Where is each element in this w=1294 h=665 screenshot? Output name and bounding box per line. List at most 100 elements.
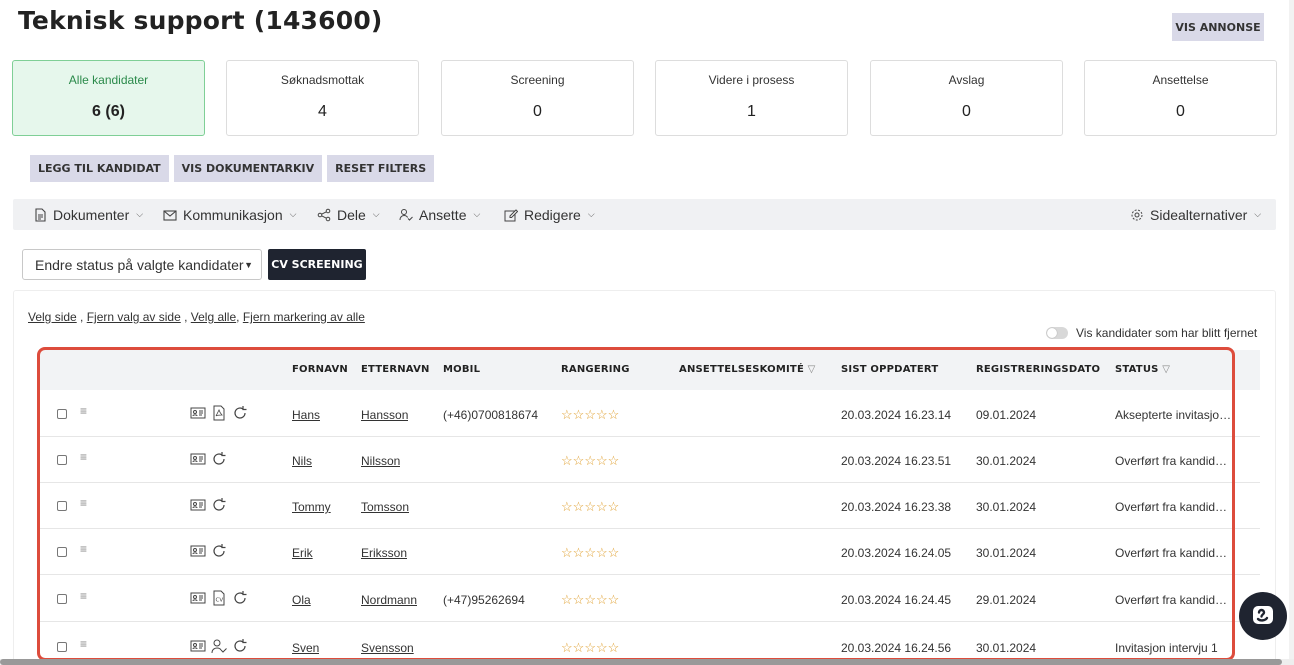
row-checkbox[interactable] — [57, 455, 67, 465]
rating-stars[interactable]: ☆ ☆ ☆ ☆ ☆ — [561, 500, 619, 513]
stage-avslag[interactable]: Avslag 0 — [870, 60, 1063, 136]
chevron-down-icon: ⌵ — [289, 209, 297, 219]
rating-stars[interactable]: ☆ ☆ ☆ ☆ ☆ — [561, 641, 619, 654]
drag-handle-icon[interactable]: ≡ — [80, 637, 87, 651]
menu-communication[interactable]: Kommunikasjon ⌵ — [163, 199, 296, 230]
cv-document-icon[interactable]: CV — [211, 590, 227, 606]
page-title: Teknisk support (143600) — [18, 6, 383, 35]
stage-label: Søknadsmottak — [280, 73, 365, 87]
stage-soknadsmottak[interactable]: Søknadsmottak 4 — [226, 60, 419, 136]
menu-page-options[interactable]: Sidealternativer ⌵ — [1130, 199, 1261, 230]
col-last-name[interactable]: ETTERNAVN — [361, 364, 430, 375]
table-row[interactable]: ≡ Hans Hansson (+46)0700818674 ☆ ☆ ☆ ☆ ☆ 20.… — [40, 391, 1260, 437]
stage-ansettelse[interactable]: Ansettelse 0 — [1084, 60, 1277, 136]
table-row[interactable]: ≡ Tommy Tomsson ☆ ☆ ☆ ☆ ☆ 20.03.2024 16.23.3… — [40, 483, 1260, 529]
rating-stars[interactable]: ☆ ☆ ☆ ☆ ☆ — [561, 593, 619, 606]
row-checkbox[interactable] — [57, 501, 67, 511]
first-name-link[interactable]: Ola — [292, 593, 311, 607]
menu-label: Redigere — [524, 206, 581, 223]
profile-card-icon[interactable] — [190, 543, 206, 559]
rating-stars[interactable]: ☆ ☆ ☆ ☆ ☆ — [561, 408, 619, 421]
last-name-link[interactable]: Hansson — [361, 408, 408, 422]
last-updated: 20.03.2024 16.23.14 — [841, 408, 952, 422]
user-check-icon[interactable] — [211, 638, 227, 654]
rating-stars[interactable]: ☆ ☆ ☆ ☆ ☆ — [561, 546, 619, 559]
last-name-link[interactable]: Tomsson — [361, 500, 409, 514]
status: Overført fra kandidatbase — [1115, 546, 1233, 560]
col-last-updated[interactable]: SIST OPPDATERT — [841, 364, 938, 375]
first-name-link[interactable]: Nils — [292, 454, 312, 468]
drag-handle-icon[interactable]: ≡ — [80, 496, 87, 510]
first-name-link[interactable]: Tommy — [292, 500, 331, 514]
refresh-icon[interactable] — [211, 543, 227, 559]
col-status[interactable]: STATUS ▽ — [1115, 364, 1170, 375]
first-name-link[interactable]: Sven — [292, 641, 319, 655]
col-rating[interactable]: RANGERING — [561, 364, 630, 375]
refresh-icon[interactable] — [232, 405, 248, 421]
filter-icon[interactable]: ▽ — [1162, 364, 1170, 375]
select-all-link[interactable]: Velg alle — [191, 310, 236, 324]
add-candidate-button[interactable]: LEGG TIL KANDIDAT — [30, 155, 169, 182]
drag-handle-icon[interactable]: ≡ — [80, 589, 87, 603]
row-checkbox[interactable] — [57, 594, 67, 604]
col-committee[interactable]: ANSETTELSESKOMITÉ ▽ — [679, 364, 816, 375]
show-removed-toggle[interactable] — [1046, 327, 1068, 339]
row-checkbox[interactable] — [57, 642, 67, 652]
last-name-link[interactable]: Nordmann — [361, 593, 417, 607]
row-checkbox[interactable] — [57, 409, 67, 419]
menu-documents[interactable]: Dokumenter ⌵ — [33, 199, 143, 230]
page: Teknisk support (143600) VIS ANNONSE All… — [0, 0, 1294, 665]
registered-date: 30.01.2024 — [976, 500, 1037, 514]
edit-icon — [504, 208, 518, 221]
status-select[interactable]: Endre status på valgte kandidater ▼ — [22, 249, 262, 280]
menu-share[interactable]: Dele ⌵ — [317, 199, 380, 230]
refresh-icon[interactable] — [232, 638, 248, 654]
table-row[interactable]: ≡ Nils Nilsson ☆ ☆ ☆ ☆ ☆ 20.03.2024 16.23.51… — [40, 437, 1260, 483]
profile-card-icon[interactable] — [190, 451, 206, 467]
menu-hire[interactable]: Ansette ⌵ — [399, 199, 480, 230]
cv-screening-button[interactable]: CV SCREENING — [268, 249, 366, 280]
drag-handle-icon[interactable]: ≡ — [80, 404, 87, 418]
reset-filters-button[interactable]: RESET FILTERS — [327, 155, 435, 182]
last-name-link[interactable]: Nilsson — [361, 454, 400, 468]
select-page-link[interactable]: Velg side — [28, 310, 77, 324]
row-checkbox[interactable] — [57, 547, 67, 557]
stage-all-candidates[interactable]: Alle kandidater 6 (6) — [12, 60, 205, 136]
drag-handle-icon[interactable]: ≡ — [80, 542, 87, 556]
stage-screening[interactable]: Screening 0 — [441, 60, 634, 136]
refresh-icon[interactable] — [211, 451, 227, 467]
last-name-link[interactable]: Eriksson — [361, 546, 407, 560]
profile-card-icon[interactable] — [190, 497, 206, 513]
last-updated: 20.03.2024 16.23.51 — [841, 454, 952, 468]
scrollbar-thumb[interactable] — [0, 659, 1282, 665]
table-row[interactable]: ≡ Erik Eriksson ☆ ☆ ☆ ☆ ☆ 20.03.2024 16.24.0… — [40, 529, 1260, 575]
profile-card-icon[interactable] — [190, 590, 206, 606]
col-registered[interactable]: REGISTRERINGSDATO — [976, 364, 1100, 375]
share-icon — [317, 208, 331, 221]
horizontal-scrollbar[interactable] — [0, 659, 1294, 665]
deselect-all-link[interactable]: Fjern markering av alle — [243, 310, 365, 324]
deselect-page-link[interactable]: Fjern valg av side — [87, 310, 181, 324]
first-name-link[interactable]: Erik — [292, 546, 313, 560]
stage-videre-i-prosess[interactable]: Videre i prosess 1 — [655, 60, 848, 136]
document-archive-button[interactable]: VIS DOKUMENTARKIV — [173, 155, 323, 182]
pdf-icon[interactable] — [211, 405, 227, 421]
first-name-link[interactable]: Hans — [292, 408, 320, 422]
col-mobile[interactable]: MOBIL — [443, 364, 480, 375]
stage-count: 1 — [747, 103, 756, 120]
filter-icon[interactable]: ▽ — [808, 364, 816, 375]
menu-edit[interactable]: Redigere ⌵ — [504, 199, 595, 230]
col-first-name[interactable]: FORNAVN — [292, 364, 348, 375]
profile-card-icon[interactable] — [190, 405, 206, 421]
envelope-icon — [163, 209, 177, 221]
vertical-scrollbar[interactable] — [1289, 0, 1294, 665]
chat-button[interactable] — [1239, 592, 1287, 640]
refresh-icon[interactable] — [211, 497, 227, 513]
last-name-link[interactable]: Svensson — [361, 641, 414, 655]
rating-stars[interactable]: ☆ ☆ ☆ ☆ ☆ — [561, 454, 619, 467]
table-row[interactable]: ≡ CV Ola Nordmann (+47)95262694 ☆ ☆ ☆ ☆ ☆ 20… — [40, 576, 1260, 622]
vis-annonse-button[interactable]: VIS ANNONSE — [1172, 13, 1264, 41]
profile-card-icon[interactable] — [190, 638, 206, 654]
refresh-icon[interactable] — [232, 590, 248, 606]
drag-handle-icon[interactable]: ≡ — [80, 450, 87, 464]
